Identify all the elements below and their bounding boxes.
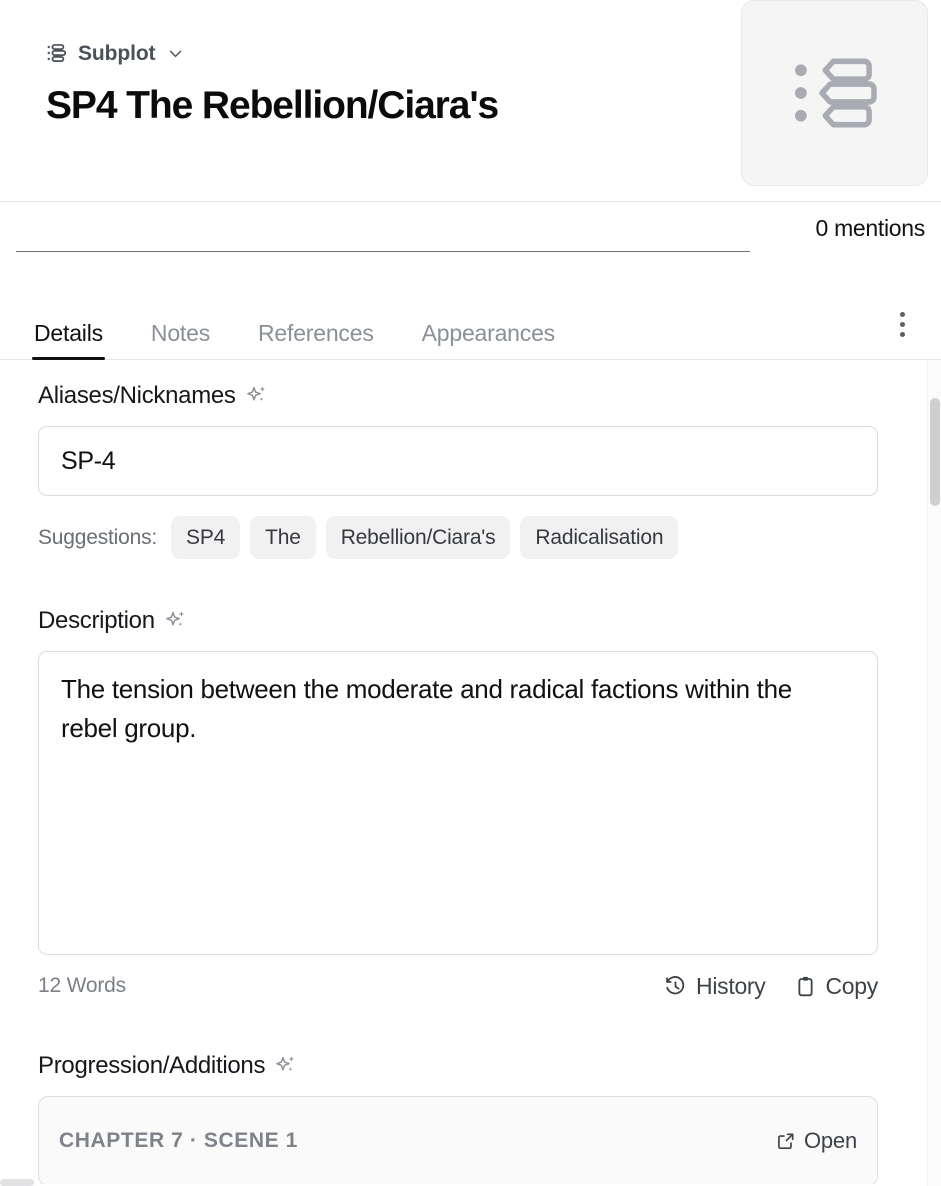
entity-detail-panel: Subplot SP4 The Rebellion/Ciara's 0 ment… <box>0 0 941 1186</box>
entity-type-label: Subplot <box>78 41 156 65</box>
progression-field: Progression/Additions CHAPTER 7 · SCENE … <box>38 1054 911 1184</box>
aliases-label: Aliases/Nicknames <box>38 382 236 409</box>
history-button[interactable]: History <box>664 972 766 999</box>
dot <box>899 321 905 327</box>
header-left-group: Subplot SP4 The Rebellion/Ciara's <box>46 38 736 128</box>
progression-entry-title: CHAPTER 7 · SCENE 1 <box>59 1129 298 1153</box>
sparkle-icon[interactable] <box>164 609 188 633</box>
tab-references[interactable]: References <box>234 322 398 359</box>
chevron-down-icon[interactable] <box>167 45 184 62</box>
mentions-count-label: 0 mentions <box>815 215 925 241</box>
word-count-label: 12 Words <box>38 974 126 998</box>
copy-label: Copy <box>825 972 879 999</box>
external-link-icon <box>778 1133 794 1150</box>
vertical-scrollbar[interactable] <box>927 360 941 1186</box>
history-label: History <box>696 972 766 999</box>
horizontal-scrollbar[interactable] <box>0 1179 928 1186</box>
suggestion-chip[interactable]: The <box>250 516 316 560</box>
clock-rewind-icon <box>666 975 685 994</box>
dot <box>899 311 905 317</box>
open-scene-button[interactable]: Open <box>776 1130 857 1152</box>
dot <box>899 331 905 337</box>
progression-label: Progression/Additions <box>38 1052 266 1080</box>
aliases-label-row: Aliases/Nicknames <box>38 384 911 408</box>
suggestion-chip[interactable]: Rebellion/Ciara's <box>325 516 511 560</box>
details-pane: Aliases/Nicknames Suggestions: SP4 The R… <box>0 360 941 1184</box>
progression-entry-card[interactable]: CHAPTER 7 · SCENE 1 Open <box>38 1096 878 1184</box>
entity-type-selector[interactable]: Subplot <box>46 38 736 68</box>
description-label-row: Description <box>38 609 911 633</box>
more-vertical-icon[interactable] <box>885 307 919 341</box>
mention-search-input[interactable] <box>16 210 750 252</box>
progression-label-row: Progression/Additions <box>38 1054 911 1078</box>
description-textarea[interactable] <box>38 651 878 956</box>
description-footer: 12 Words History Copy <box>38 974 878 998</box>
description-label: Description <box>38 607 155 635</box>
tab-notes[interactable]: Notes <box>127 322 234 359</box>
suggestion-chip[interactable]: Radicalisation <box>520 516 679 560</box>
aliases-input[interactable] <box>38 426 878 496</box>
description-actions: History Copy <box>664 972 879 999</box>
tab-appearances[interactable]: Appearances <box>398 322 579 359</box>
aliases-field: Aliases/Nicknames Suggestions: SP4 The R… <box>38 360 911 560</box>
list-bullets-icon <box>47 44 67 62</box>
clipboard-icon <box>797 976 813 996</box>
copy-button[interactable]: Copy <box>794 972 879 999</box>
open-label: Open <box>803 1128 857 1154</box>
suggestions-label: Suggestions: <box>38 525 158 549</box>
sparkle-icon[interactable] <box>245 384 269 408</box>
page-title: SP4 The Rebellion/Ciara's <box>46 84 499 127</box>
vertical-scrollbar-thumb[interactable] <box>930 398 940 506</box>
aliases-suggestions: Suggestions: SP4 The Rebellion/Ciara's R… <box>38 516 911 560</box>
description-field: Description 12 Words <box>38 609 911 998</box>
tab-details[interactable]: Details <box>10 322 127 360</box>
tab-list: Details Notes References Appearances <box>10 287 579 360</box>
sparkle-icon[interactable] <box>274 1054 298 1078</box>
entity-type-badge[interactable] <box>741 0 928 186</box>
suggestion-chip[interactable]: SP4 <box>171 516 241 560</box>
panel-header: Subplot SP4 The Rebellion/Ciara's <box>0 0 941 202</box>
subplot-list-icon <box>794 58 877 128</box>
mentions-row: 0 mentions <box>0 202 941 258</box>
horizontal-scrollbar-thumb[interactable] <box>0 1179 34 1186</box>
tab-bar: Details Notes References Appearances <box>0 258 941 360</box>
